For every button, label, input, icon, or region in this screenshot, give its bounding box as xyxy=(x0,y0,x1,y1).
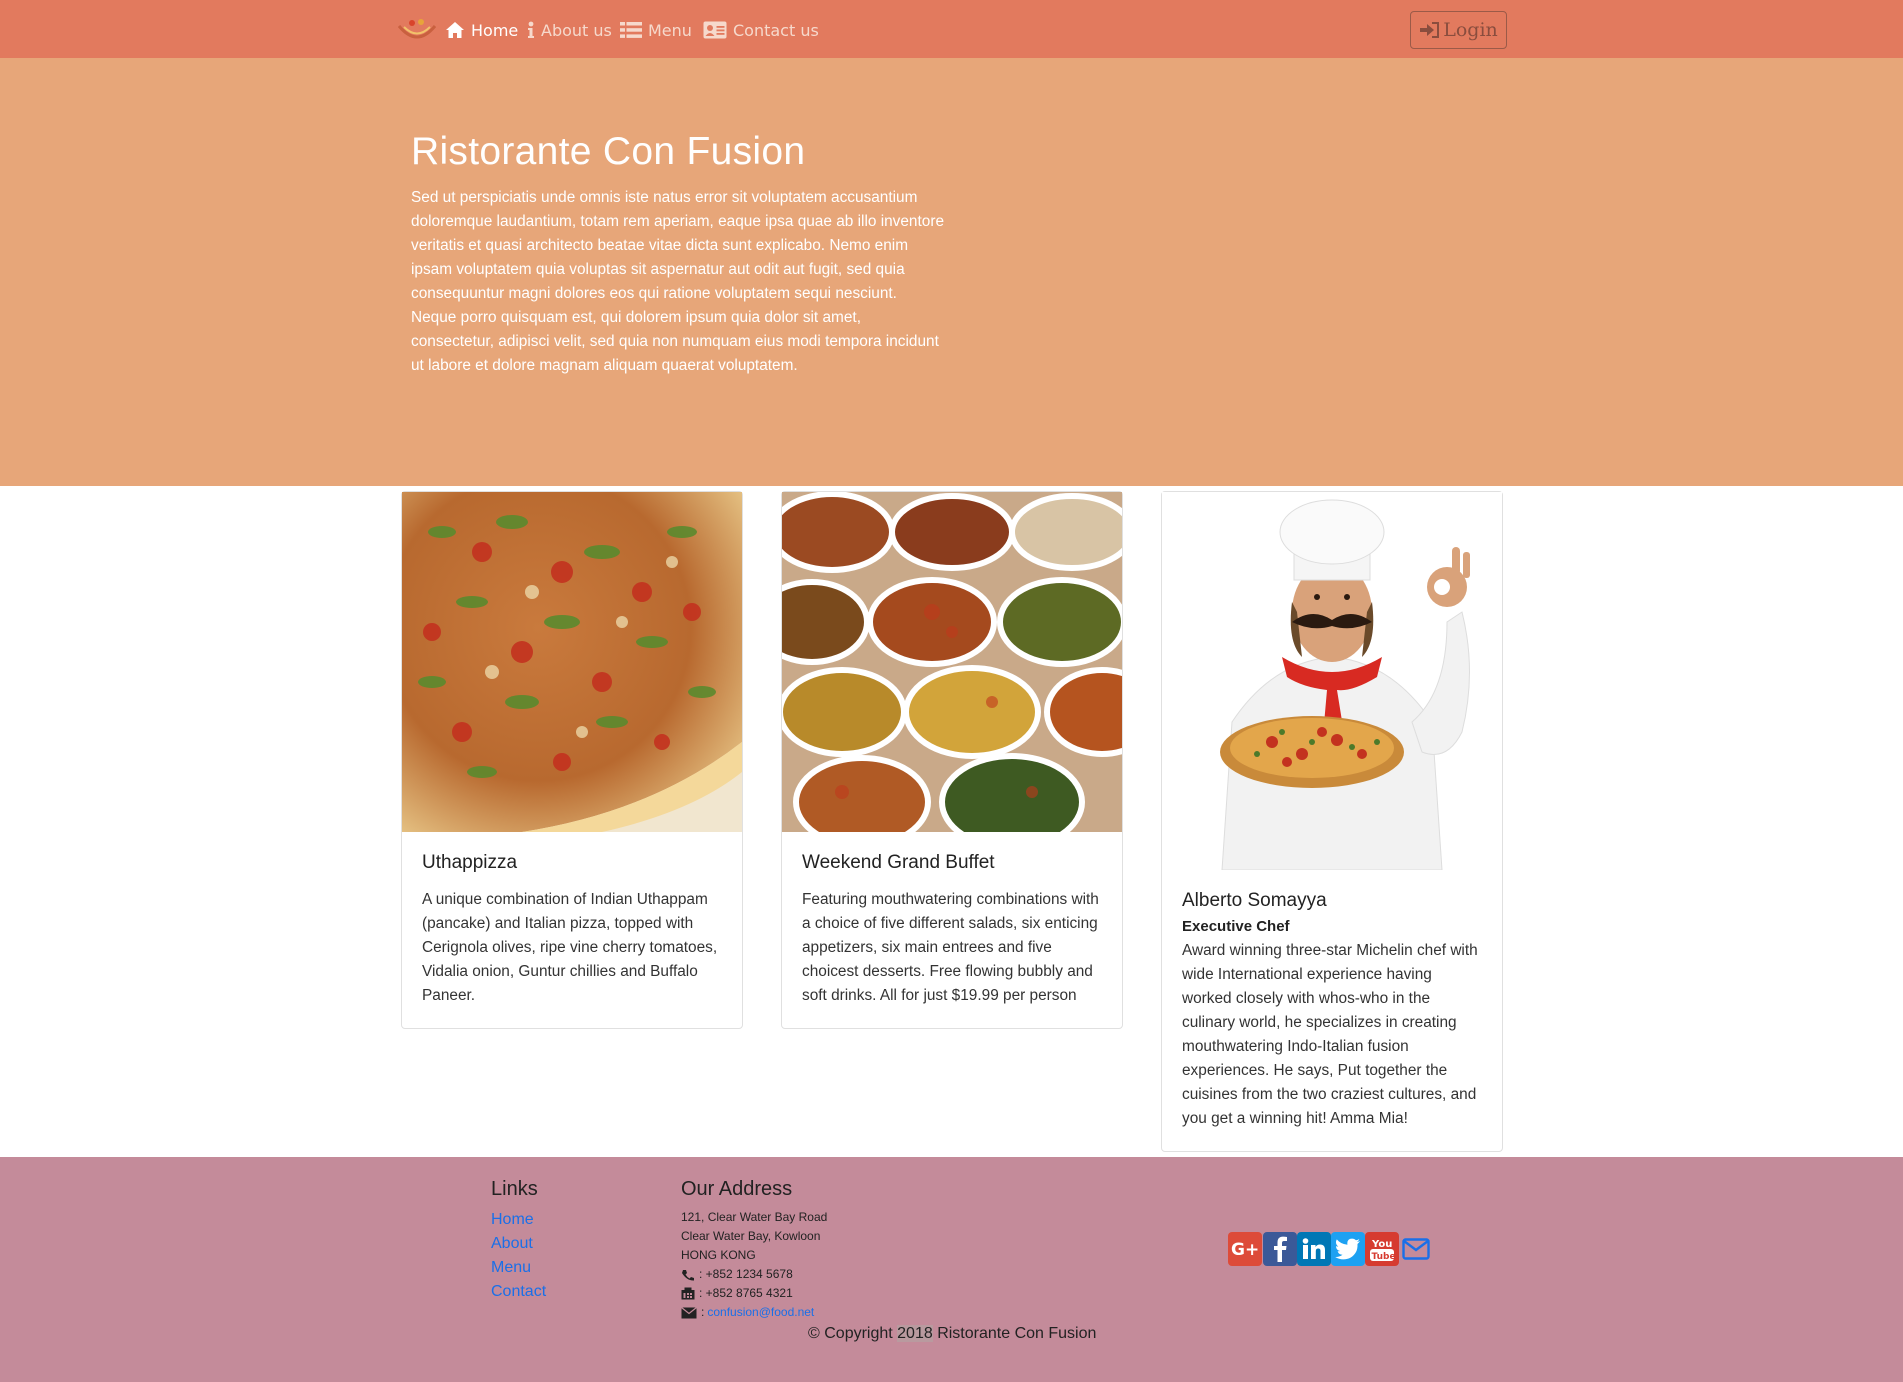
dish-card-uthappizza: Uthappizza A unique combination of India… xyxy=(401,491,743,1029)
footer-link-about[interactable]: About xyxy=(491,1235,533,1253)
twitter-icon[interactable] xyxy=(1331,1232,1365,1266)
google-plus-icon[interactable]: G+ xyxy=(1228,1232,1262,1266)
footer-links-heading: Links xyxy=(491,1178,538,1200)
svg-text:You: You xyxy=(1371,1239,1392,1250)
linkedin-icon[interactable] xyxy=(1297,1232,1331,1266)
buffet-image xyxy=(782,492,1122,832)
nav-home[interactable]: Home xyxy=(445,18,518,42)
card-text: A unique combination of Indian Uthappam … xyxy=(422,891,718,1004)
mail-icon[interactable] xyxy=(1399,1232,1433,1266)
footer-address-heading: Our Address xyxy=(681,1178,793,1200)
footer-link-menu[interactable]: Menu xyxy=(491,1259,531,1277)
sign-in-icon xyxy=(1420,22,1440,38)
fax-icon xyxy=(681,1287,695,1300)
footer xyxy=(0,1157,1903,1382)
nav-menu-label: Menu xyxy=(648,20,692,40)
footer-link-home[interactable]: Home xyxy=(491,1211,534,1229)
card-subtitle: Executive Chef xyxy=(1182,918,1290,935)
envelope-icon xyxy=(681,1306,697,1318)
footer-link-contact[interactable]: Contact xyxy=(491,1283,546,1301)
home-icon xyxy=(446,22,464,38)
nav-contact[interactable]: Contact us xyxy=(703,18,819,42)
svg-text:G+: G+ xyxy=(1231,1240,1259,1259)
phone-number: : +852 1234 5678 xyxy=(699,1267,793,1281)
pizza-image xyxy=(402,492,742,832)
card-title: Alberto Somayya xyxy=(1182,890,1327,911)
nav-about-label: About us xyxy=(541,20,612,40)
card-title: Weekend Grand Buffet xyxy=(802,852,995,873)
nav-about[interactable]: About us xyxy=(527,18,612,42)
address-line: Clear Water Bay, Kowloon xyxy=(681,1229,821,1243)
hero-section xyxy=(0,58,1903,486)
nav-contact-label: Contact us xyxy=(733,20,819,40)
copyright-prefix: © Copyright xyxy=(808,1325,898,1342)
footer-address: 121, Clear Water Bay Road Clear Water Ba… xyxy=(681,1208,827,1322)
navbar: Home About us Menu Contact us Login xyxy=(0,0,1903,58)
fax-number: : +852 8765 4321 xyxy=(699,1286,793,1300)
login-label: Login xyxy=(1443,19,1498,41)
promo-card-buffet: Weekend Grand Buffet Featuring mouthwate… xyxy=(781,491,1123,1029)
card-text: Award winning three-star Michelin chef w… xyxy=(1182,942,1478,1127)
brand-logo[interactable] xyxy=(396,14,438,44)
email-prefix: : xyxy=(701,1305,705,1319)
email-link[interactable]: confusion@food.net xyxy=(707,1303,814,1322)
copyright: © Copyright 2018 Ristorante Con Fusion xyxy=(808,1325,1096,1343)
address-line: HONG KONG xyxy=(681,1248,756,1262)
hero-text: Sed ut perspiciatis unde omnis iste natu… xyxy=(411,189,945,374)
chef-image xyxy=(1162,492,1502,870)
nav-menu[interactable]: Menu xyxy=(620,18,692,42)
leader-card-chef: Alberto Somayya Executive Chef Award win… xyxy=(1161,491,1503,1152)
address-card-icon xyxy=(703,21,727,39)
svg-text:Tube: Tube xyxy=(1372,1252,1396,1262)
phone-icon xyxy=(682,1269,694,1281)
login-button[interactable]: Login xyxy=(1410,11,1507,49)
address-line: 121, Clear Water Bay Road xyxy=(681,1210,828,1224)
card-title: Uthappizza xyxy=(422,852,518,873)
nav-home-label: Home xyxy=(471,20,519,40)
youtube-icon[interactable]: You Tube xyxy=(1365,1232,1399,1266)
phone-line: : +852 1234 5678 xyxy=(681,1265,827,1284)
fax-line: : +852 8765 4321 xyxy=(681,1284,827,1303)
list-icon xyxy=(620,22,642,38)
facebook-icon[interactable] xyxy=(1263,1232,1297,1266)
card-text: Featuring mouthwatering combinations wit… xyxy=(802,891,1099,1004)
email-line: : confusion@food.net xyxy=(681,1303,827,1322)
hero-title: Ristorante Con Fusion xyxy=(411,130,806,173)
copyright-suffix: Ristorante Con Fusion xyxy=(932,1325,1097,1342)
info-icon xyxy=(528,21,534,38)
copyright-year: 2018 xyxy=(897,1325,933,1342)
